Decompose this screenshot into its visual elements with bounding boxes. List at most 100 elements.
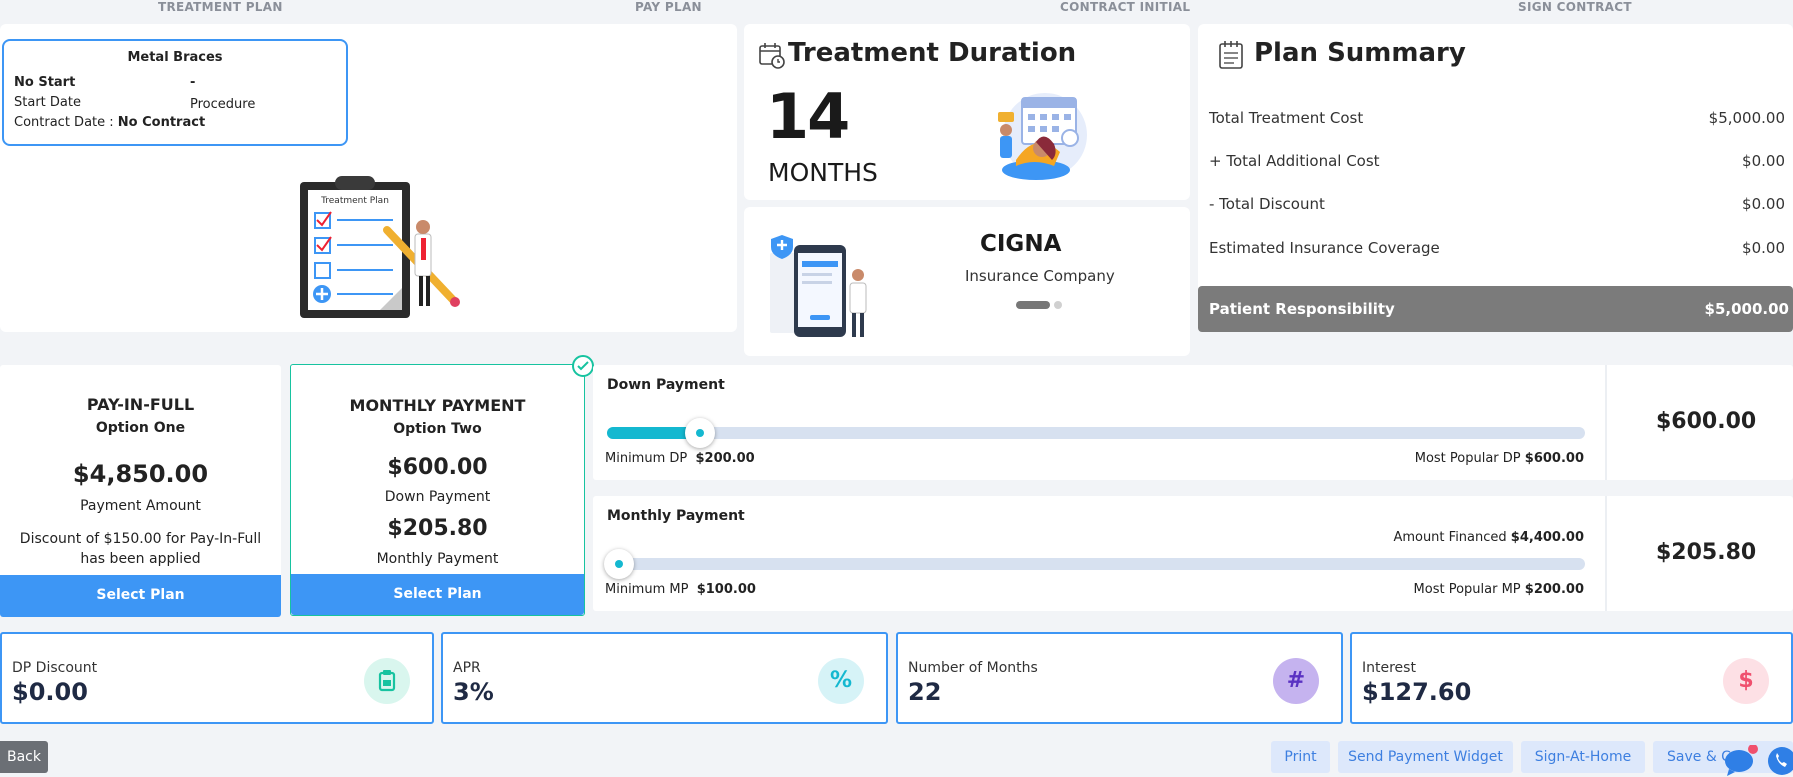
min-label: Minimum DP [605,451,688,466]
down-payment-slider-card: Down Payment Minimum DP $200.00 Most Pop… [593,365,1793,480]
monthly-payment-title: Monthly Payment [607,508,745,524]
calendar-clock-icon [759,43,785,69]
plan-amount: $4,850.00 [72,460,209,488]
treatment-duration-card: Treatment Duration 14 MONTHS [744,24,1190,200]
monthly-payment-track[interactable] [604,549,1585,579]
summary-row-insurance: Estimated Insurance Coverage $0.00 [1209,239,1785,257]
carousel-dot-active[interactable] [1016,301,1050,309]
print-button[interactable]: Print [1271,741,1330,773]
min-label: Minimum MP [605,582,689,597]
selected-check-icon [572,355,594,377]
financed-value: $4,400.00 [1510,530,1584,545]
plan-card-monthly-payment[interactable]: MONTHLY PAYMENT Option Two $600.00 Down … [290,364,585,616]
carousel-dot[interactable] [1054,301,1062,309]
patient-responsibility-bar: Patient Responsibility $5,000.00 [1198,286,1793,332]
summary-label: Total Treatment Cost [1209,109,1364,127]
stat-label: Number of Months [908,660,1038,676]
stat-dp-discount: DP Discount $0.00 [0,632,434,724]
stat-value: 22 [908,678,942,706]
contract-date: Contract Date : No Contract [14,115,205,130]
stat-label: APR [453,660,481,676]
popular-value: $200.00 [1524,582,1584,597]
stat-value: 3% [453,678,494,706]
treatment-info-box[interactable]: Metal Braces No Start - Start Date Proce… [2,39,348,146]
stat-label: DP Discount [12,660,98,676]
treatment-title: Metal Braces [127,50,223,65]
down-payment-track[interactable] [607,418,1585,448]
back-button[interactable]: Back [0,741,48,773]
plan-monthly: $205.80 [387,516,488,541]
scheduling-illustration [998,93,1087,180]
stat-value: $0.00 [12,678,88,706]
treatment-plan-illustration: Treatment Plan [300,176,460,318]
treatment-plan-card: Metal Braces No Start - Start Date Proce… [0,24,737,332]
send-payment-widget-button[interactable]: Send Payment Widget [1338,741,1513,773]
down-payment-handle[interactable] [685,418,715,448]
plan-summary-title: Plan Summary [1254,38,1466,68]
plan-discount-note: Discount of $150.00 for Pay-In-Full has … [19,531,262,567]
stat-number-of-months: Number of Months 22 # [896,632,1343,724]
start-date-label: Start Date [14,95,81,110]
min-value: $100.00 [696,582,756,597]
hash-icon: # [1273,658,1319,704]
monthly-payment-popular: Most Popular MP $200.00 [1414,582,1584,597]
plan-subtitle: Option One [95,420,186,436]
notepad-icon [1219,41,1243,69]
select-plan-button[interactable]: Select Plan [0,575,281,617]
popular-label: Most Popular MP [1413,582,1521,597]
plan-title: PAY-IN-FULL [86,395,195,414]
insurance-illustration [770,235,867,337]
summary-label: Estimated Insurance Coverage [1209,239,1440,257]
plan-subtitle: Option Two [393,421,482,437]
plan-monthly-label: Monthly Payment [376,551,499,567]
select-plan-button[interactable]: Select Plan [291,574,584,615]
down-payment-value: $600.00 [1656,409,1757,434]
step-treatment-plan[interactable]: TREATMENT PLAN [158,0,283,14]
plan-card-pay-in-full[interactable]: PAY-IN-FULL Option One $4,850.00 Payment… [0,365,281,617]
step-contract-initial[interactable]: CONTRACT INITIAL [1060,0,1190,14]
phone-icon[interactable] [1766,745,1793,777]
insurance-name: CIGNA [980,231,1062,257]
illustration-caption: Treatment Plan [320,196,389,206]
sign-at-home-button[interactable]: Sign-At-Home [1521,741,1645,773]
step-sign-contract[interactable]: SIGN CONTRACT [1518,0,1632,14]
down-payment-title: Down Payment [607,377,725,393]
duration-value: 14 [766,80,850,153]
start-label: No Start [14,75,76,90]
divider [1605,496,1607,611]
popular-label: Most Popular DP [1414,451,1521,466]
summary-row-total-cost: Total Treatment Cost $5,000.00 [1209,109,1785,127]
dollar-icon: $ [1723,658,1769,704]
monthly-payment-value: $205.80 [1656,540,1757,565]
start-value: - [190,75,196,90]
step-pay-plan[interactable]: PAY PLAN [635,0,702,14]
duration-unit: MONTHS [768,158,878,187]
summary-row-discount: - Total Discount $0.00 [1209,195,1785,213]
amount-financed: Amount Financed $4,400.00 [1393,530,1584,545]
stat-value: $127.60 [1362,678,1472,706]
divider [1605,365,1607,480]
stat-apr: APR 3% % [441,632,888,724]
summary-value: $0.00 [1742,152,1785,170]
summary-label: - Total Discount [1209,195,1325,213]
stat-interest: Interest $127.60 $ [1350,632,1793,724]
insurance-company-label: Insurance Company [965,267,1115,285]
min-value: $200.00 [695,451,755,466]
contract-date-label: Contract Date : [14,115,118,130]
monthly-payment-handle[interactable] [604,549,634,579]
percent-icon: % [818,658,864,704]
summary-value: $5,000.00 [1708,109,1785,127]
treatment-duration-title: Treatment Duration [788,38,1077,68]
clipboard-icon [364,658,410,704]
summary-row-additional-cost: + Total Additional Cost $0.00 [1209,152,1785,170]
plan-down-label: Down Payment [384,489,491,505]
procedure-label: Procedure [190,97,256,112]
plan-title: MONTHLY PAYMENT [349,396,526,415]
plan-down-payment: $600.00 [387,455,488,480]
summary-value: $0.00 [1742,239,1785,257]
chat-bubble-icon[interactable] [1723,744,1759,777]
plan-amount-label: Payment Amount [80,498,201,514]
financed-label: Amount Financed [1393,530,1507,545]
responsibility-value: $5,000.00 [1704,300,1789,318]
insurance-card[interactable]: CIGNA Insurance Company [744,207,1190,356]
